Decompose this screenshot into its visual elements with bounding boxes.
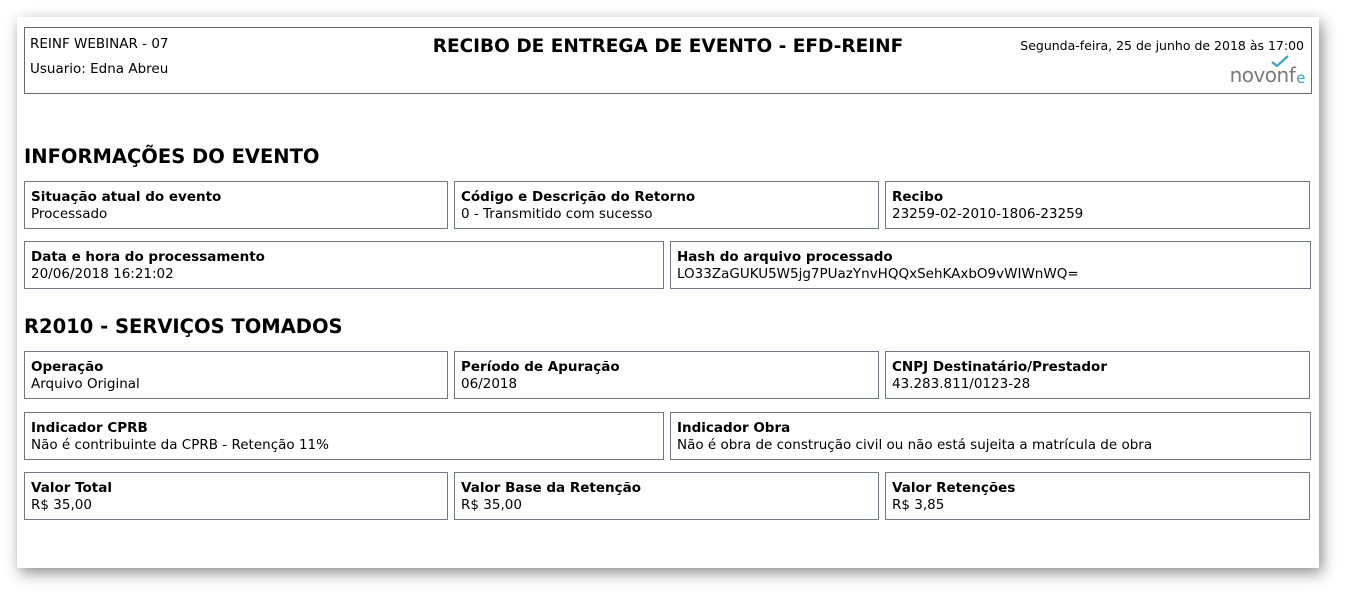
field-value: R$ 3,85 <box>892 497 945 513</box>
field-value: 0 - Transmitido com sucesso <box>461 206 653 222</box>
field-value: Processado <box>31 206 108 222</box>
field-value: 43.283.811/0123-28 <box>892 376 1031 392</box>
field-processamento: Data e hora do processamento 20/06/2018 … <box>24 241 664 289</box>
field-label: Indicador CPRB <box>31 420 148 436</box>
field-cnpj: CNPJ Destinatário/Prestador 43.283.811/0… <box>885 351 1310 399</box>
field-label: Código e Descrição do Retorno <box>461 189 696 205</box>
field-operacao: Operação Arquivo Original <box>24 351 448 399</box>
field-label: Hash do arquivo processado <box>677 249 893 265</box>
field-label: Operação <box>31 359 104 375</box>
section-title-servicos: R2010 - SERVIÇOS TOMADOS <box>24 315 343 338</box>
logo-text-e: e <box>1296 69 1305 87</box>
field-value: Não é contribuinte da CPRB - Retenção 11… <box>31 437 329 453</box>
section-title-evento: INFORMAÇÕES DO EVENTO <box>24 145 320 168</box>
field-label: Valor Total <box>31 480 112 496</box>
field-situacao: Situação atual do evento Processado <box>24 181 448 229</box>
field-label: Indicador Obra <box>677 420 791 436</box>
logo-text-nf: nf <box>1270 55 1296 87</box>
field-hash: Hash do arquivo processado LO33ZaGUKU5W5… <box>670 241 1311 289</box>
field-label: Período de Apuração <box>461 359 620 375</box>
field-value: LO33ZaGUKU5W5jg7PUazYnvHQQxSehKAxbO9vWIW… <box>677 266 1079 282</box>
field-value: Arquivo Original <box>31 376 140 392</box>
field-label: Recibo <box>892 189 944 205</box>
field-label: Data e hora do processamento <box>31 249 265 265</box>
field-valor-total: Valor Total R$ 35,00 <box>24 472 448 520</box>
receipt-header: REINF WEBINAR - 07 Usuario: Edna Abreu R… <box>24 27 1312 94</box>
field-recibo: Recibo 23259-02-2010-1806-23259 <box>885 181 1310 229</box>
field-periodo: Período de Apuração 06/2018 <box>454 351 879 399</box>
field-retorno: Código e Descrição do Retorno 0 - Transm… <box>454 181 879 229</box>
check-icon <box>1270 55 1289 67</box>
novo-nfe-logo: novo nf e <box>1229 55 1305 87</box>
field-label: Valor Retenções <box>892 480 1016 496</box>
user-name: Usuario: Edna Abreu <box>30 61 169 77</box>
report-date: Segunda-feira, 25 de junho de 2018 às 17… <box>1020 38 1304 53</box>
field-label: Valor Base da Retenção <box>461 480 642 496</box>
field-value: R$ 35,00 <box>31 497 92 513</box>
field-label: CNPJ Destinatário/Prestador <box>892 359 1107 375</box>
field-value: 23259-02-2010-1806-23259 <box>892 206 1084 222</box>
field-value: 06/2018 <box>461 376 518 392</box>
field-value: R$ 35,00 <box>461 497 522 513</box>
receipt-sheet: REINF WEBINAR - 07 Usuario: Edna Abreu R… <box>17 17 1319 568</box>
field-valor-base: Valor Base da Retenção R$ 35,00 <box>454 472 879 520</box>
logo-text-novo: novo <box>1229 63 1277 87</box>
field-value: Não é obra de construção civil ou não es… <box>677 437 1153 453</box>
field-valor-retencoes: Valor Retenções R$ 3,85 <box>885 472 1310 520</box>
field-obra: Indicador Obra Não é obra de construção … <box>670 412 1311 460</box>
field-label: Situação atual do evento <box>31 189 222 205</box>
field-value: 20/06/2018 16:21:02 <box>31 266 174 282</box>
field-cprb: Indicador CPRB Não é contribuinte da CPR… <box>24 412 664 460</box>
